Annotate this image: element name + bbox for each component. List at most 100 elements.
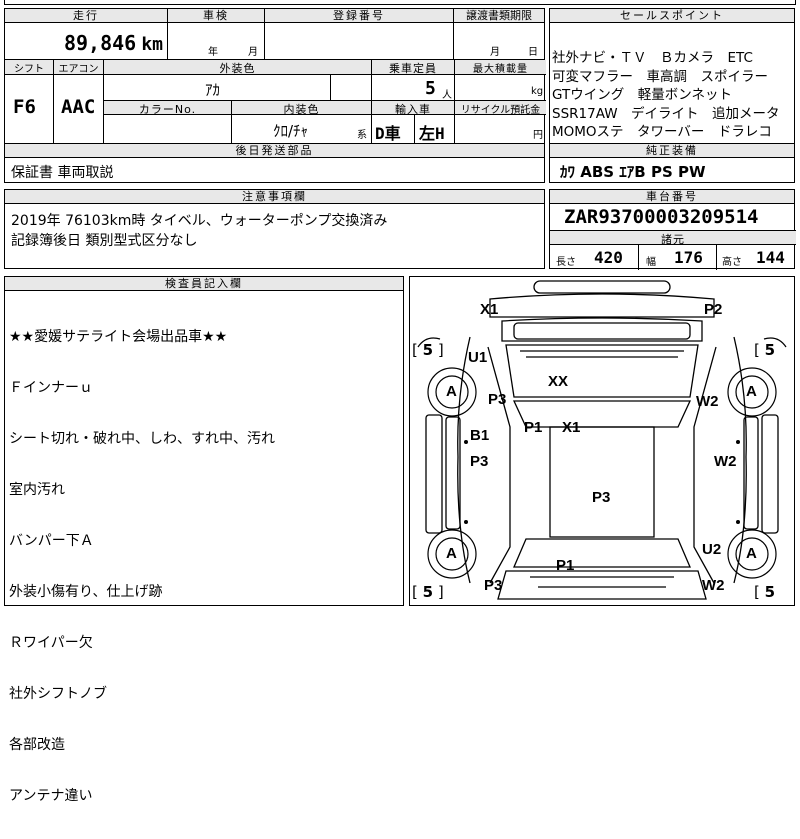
inspector-line-6: 外装小傷有り、仕上げ跡	[9, 584, 163, 600]
standard-equipment-box: 純正装備 ｶﾜ ABS ｴｱB PS PW	[549, 143, 795, 183]
later-parts-box: 後日発送部品 保証書 車両取説	[4, 143, 545, 183]
interior-color-value: ｸﾛ/ﾁｬ	[273, 122, 309, 140]
selling-points-header: セールスポイント	[550, 9, 794, 23]
mileage-value: 89,846	[63, 31, 137, 55]
recycle-unit: 円	[533, 130, 543, 141]
caution-header: 注意事項欄	[5, 190, 544, 204]
caution-line-2: 記録簿後日 類別型式区分なし	[11, 233, 198, 249]
standard-equipment-header: 純正装備	[550, 144, 794, 158]
max-load-unit: kg	[531, 86, 544, 97]
width-value: 176	[674, 248, 703, 267]
import-handle: 左H	[419, 124, 445, 143]
car-outline-diagram	[417, 280, 787, 600]
mark-xx: XX	[548, 373, 569, 390]
transfer-box: 譲渡書類期限 月 日	[453, 8, 545, 60]
chassis-header: 車台番号	[550, 190, 794, 204]
inspector-line-1: ★★愛媛サテライト会場出品車★★	[9, 329, 228, 345]
mark-p3-left2: P3	[470, 453, 489, 470]
tire-fr-tread: [ 5	[754, 341, 776, 359]
inspector-line-5: バンパー下Ａ	[9, 533, 94, 549]
width-label: 幅	[646, 257, 656, 268]
mark-p3-left: P3	[488, 391, 507, 408]
interior-color-header: 内装色	[232, 101, 371, 116]
length-label: 長さ	[556, 257, 576, 268]
mark-a-fl: A	[446, 383, 457, 400]
inspector-line-3: シート切れ・破れ中、しわ、すれ中、汚れ	[9, 431, 275, 447]
mark-w2-right2: W2	[714, 453, 737, 470]
mileage-unit: km	[141, 34, 163, 55]
selling-points-box: セールスポイント 社外ナビ・ＴＶ Ｂカメラ ETC 可変マフラー 車高調 スポイ…	[549, 8, 795, 144]
ac-header: エアコン	[54, 60, 103, 75]
mileage-value-row: 89,846 km	[64, 31, 163, 55]
selling-point-4: SSR17AW デイライト 追加メータ	[552, 105, 780, 122]
inspector-line-4: 室内汚れ	[9, 482, 65, 498]
mark-p1-bottom: P1	[556, 557, 575, 574]
transfer-month-unit: 月	[490, 47, 500, 58]
recycle-header: リサイクル預託金	[455, 101, 546, 116]
shift-header: シフト	[5, 60, 53, 75]
interior-color-suffix: 系	[357, 130, 367, 141]
registration-box: 登録番号	[264, 8, 454, 60]
length-value: 420	[594, 248, 623, 267]
damage-map: [ 5 ] [ 5 [ 5 ] [ 5 X1 P2 U1 A P3 XX W2 …	[409, 276, 795, 606]
mark-x1-mid: X1	[562, 419, 581, 436]
caution-line-1: 2019年 76103km時 タイベル、ウォーターポンプ交換済み	[11, 213, 388, 229]
height-label: 高さ	[722, 257, 742, 268]
ac-value: AAC	[61, 96, 96, 118]
mark-p3-bottom: P3	[484, 577, 503, 594]
import-drive: D車	[375, 124, 401, 143]
inspector-line-10: アンテナ違い	[9, 788, 93, 804]
mileage-box: 走行 89,846 km	[4, 8, 168, 60]
mark-u2: U2	[702, 541, 722, 558]
max-load-header: 最大積載量	[455, 60, 546, 75]
mark-a-fr: A	[746, 383, 757, 400]
inspection-month-unit: 月	[248, 47, 258, 58]
caution-box: 注意事項欄 2019年 76103km時 タイベル、ウォーターポンプ交換済み 記…	[4, 189, 545, 269]
top-cut-strip	[4, 0, 796, 5]
inspector-line-2: Ｆインナーｕ	[9, 380, 93, 396]
mark-p3-center: P3	[592, 489, 611, 506]
mark-a-rr: A	[746, 545, 757, 562]
chassis-box: 車台番号 ZAR93700003209514 諸元 長さ 420 幅 176 高…	[549, 189, 796, 270]
inspection-box: 車検 年 月	[167, 8, 265, 60]
mileage-header: 走行	[5, 9, 167, 23]
standard-equipment-value: ｶﾜ ABS ｴｱB PS PW	[560, 163, 706, 181]
spec-grid: シフト エアコン 外装色 乗車定員 最大積載量 F6 AAC ｱｶ 5 人 kg…	[4, 59, 546, 145]
inspector-line-8: 社外シフトノブ	[9, 686, 107, 702]
mark-a-rl: A	[446, 545, 457, 562]
selling-point-5: MOMOステ タワーバー ドラレコ	[552, 124, 772, 140]
capacity-unit: 人	[442, 90, 452, 101]
inspector-line-9: 各部改造	[9, 737, 65, 753]
dimensions-header: 諸元	[550, 231, 796, 246]
selling-point-3: GTウイング 軽量ボンネット	[552, 87, 732, 103]
inspector-box: 検査員記入欄 ★★愛媛サテライト会場出品車★★ Ｆインナーｕ シート切れ・破れ中…	[4, 276, 404, 804]
mark-w2-bottom: W2	[702, 577, 725, 594]
selling-point-1: 社外ナビ・ＴＶ Ｂカメラ ETC	[552, 50, 753, 66]
selling-points-list: 社外ナビ・ＴＶ Ｂカメラ ETC 可変マフラー 車高調 スポイラー GTウイング…	[552, 49, 780, 142]
tire-rr-tread: [ 5	[754, 583, 776, 601]
exterior-color-header: 外装色	[104, 60, 371, 75]
inspection-header: 車検	[168, 9, 264, 23]
transfer-day-unit: 日	[528, 47, 538, 58]
later-parts-value: 保証書 車両取説	[11, 165, 114, 181]
mark-x1-top: X1	[480, 301, 499, 318]
transfer-header: 譲渡書類期限	[454, 9, 544, 23]
tire-fl-tread: [ 5 ]	[412, 341, 444, 359]
capacity-header: 乗車定員	[372, 60, 454, 75]
mark-b1: B1	[470, 427, 490, 444]
import-header: 輸入車	[372, 101, 454, 116]
inspector-header: 検査員記入欄	[5, 277, 403, 291]
shift-value: F6	[13, 96, 36, 118]
inspector-line-7: Ｒワイパー欠	[9, 635, 93, 651]
color-no-header: カラーNo.	[104, 101, 231, 116]
chassis-value: ZAR93700003209514	[564, 206, 759, 228]
mark-p1-mid: P1	[524, 419, 543, 436]
tire-rl-tread: [ 5 ]	[412, 583, 444, 601]
mark-w2-right: W2	[696, 393, 719, 410]
registration-header: 登録番号	[265, 9, 453, 23]
selling-point-2: 可変マフラー 車高調 スポイラー	[552, 68, 768, 85]
mark-u1: U1	[468, 349, 488, 366]
inspector-notes: ★★愛媛サテライト会場出品車★★ Ｆインナーｕ シート切れ・破れ中、しわ、すれ中…	[9, 295, 275, 839]
height-value: 144	[756, 248, 785, 267]
later-parts-header: 後日発送部品	[5, 144, 544, 158]
